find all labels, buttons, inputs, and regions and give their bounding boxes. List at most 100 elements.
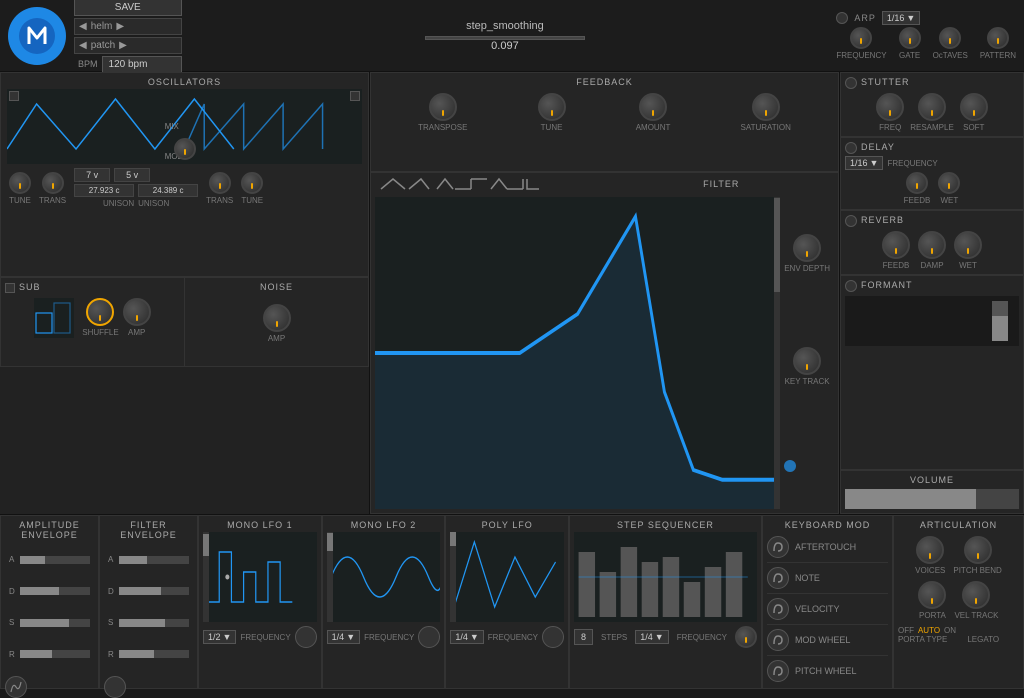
mono-lfo1-display[interactable] — [203, 532, 317, 622]
osc2-trans-group: TRANS — [206, 172, 233, 205]
reverb-title: REVERB — [861, 215, 904, 225]
lfo1-freq-display[interactable]: 1/2 ▼ — [203, 630, 236, 644]
sub-amp-label: AMP — [128, 328, 145, 337]
osc2-enable[interactable] — [350, 91, 360, 101]
formant-section: FORMANT — [840, 275, 1024, 470]
arp-frequency-knob[interactable] — [850, 27, 872, 49]
filter-a-slider[interactable] — [119, 556, 189, 564]
patch-next[interactable]: ▶ — [119, 40, 127, 51]
osc1-tune-knob[interactable] — [9, 172, 31, 194]
filter-scrollbar[interactable] — [774, 197, 780, 509]
osc2-v2-display[interactable]: 5 v — [114, 168, 150, 182]
pitch-wheel-icon[interactable] — [767, 660, 789, 682]
feedback-tune-knob[interactable] — [538, 93, 566, 121]
delay-feedb-knob[interactable] — [906, 172, 928, 194]
amp-r-slider[interactable] — [20, 650, 90, 658]
bpm-display[interactable]: 120 bpm — [102, 56, 182, 73]
step-seq-knob[interactable] — [735, 626, 757, 648]
osc1-trans-knob[interactable] — [42, 172, 64, 194]
velocity-icon[interactable] — [767, 598, 789, 620]
stutter-freq-knob[interactable] — [876, 93, 904, 121]
filter-env-depth-knob[interactable] — [793, 234, 821, 262]
poly-lfo-vert-slider[interactable] — [450, 532, 456, 622]
porta-off-option[interactable]: OFF — [898, 626, 914, 635]
step-seq-steps-display[interactable]: 8 — [574, 629, 593, 645]
osc2-trans-knob[interactable] — [209, 172, 231, 194]
vel-track-knob[interactable] — [962, 581, 990, 609]
reverb-feedb-knob[interactable] — [882, 231, 910, 259]
filter-display[interactable] — [375, 197, 780, 509]
filter-key-track-knob[interactable] — [793, 347, 821, 375]
stutter-soft-knob[interactable] — [960, 93, 988, 121]
step-seq-freq-display[interactable]: 1/4 ▼ — [635, 630, 668, 644]
aftertouch-label: AFTERTOUCH — [795, 542, 856, 552]
reverb-damp-knob[interactable] — [918, 231, 946, 259]
poly-lfo-icon[interactable] — [542, 626, 564, 648]
lfo2-vert-slider[interactable] — [327, 532, 333, 622]
osc2-v-display[interactable]: 7 v — [74, 168, 110, 182]
lfo2-icon[interactable] — [418, 626, 440, 648]
sub-enable[interactable] — [5, 283, 15, 293]
mod-wheel-icon[interactable] — [767, 629, 789, 651]
formant-power-btn[interactable] — [845, 280, 857, 292]
lfo1-vert-slider[interactable] — [203, 532, 209, 622]
arp-gate-knob[interactable] — [899, 27, 921, 49]
arp-power-btn[interactable] — [836, 12, 848, 24]
lfo1-icon[interactable] — [295, 626, 317, 648]
volume-display[interactable] — [845, 489, 1019, 509]
feedback-saturation-knob[interactable] — [752, 93, 780, 121]
preset-prev[interactable]: ◀ — [79, 21, 87, 32]
mono-lfo2-display[interactable] — [327, 532, 441, 622]
preset-next[interactable]: ▶ — [116, 21, 124, 32]
stutter-power-btn[interactable] — [845, 77, 857, 89]
delay-freq-display[interactable]: 1/16 ▼ — [845, 156, 883, 170]
sub-amp-knob[interactable] — [123, 298, 151, 326]
poly-lfo-display[interactable] — [450, 532, 564, 622]
lfo2-freq-display[interactable]: 1/4 ▼ — [327, 630, 360, 644]
step-seq-display[interactable] — [574, 532, 757, 622]
mod-knob[interactable] — [174, 138, 196, 160]
formant-display[interactable] — [845, 296, 1019, 346]
osc2-c2-display[interactable]: 24.389 c — [138, 184, 198, 197]
osc2-tune-knob[interactable] — [241, 172, 263, 194]
osc2-c-display[interactable]: 27.923 c — [74, 184, 134, 197]
porta-knob[interactable] — [918, 581, 946, 609]
arp-freq-display[interactable]: 1/16 ▼ — [882, 11, 920, 25]
arp-pattern-knob[interactable] — [987, 27, 1009, 49]
reverb-power-btn[interactable] — [845, 215, 857, 227]
filter-d-slider[interactable] — [119, 587, 189, 595]
porta-type-toggle[interactable]: OFF AUTO ON — [898, 626, 956, 635]
voices-knob[interactable] — [916, 536, 944, 564]
center-panel: FEEDBACK TRANSPOSE TUNE AMOUNT — [370, 72, 839, 514]
porta-auto-option[interactable]: AUTO — [918, 626, 940, 635]
aftertouch-icon[interactable] — [767, 536, 789, 558]
amp-s-slider[interactable] — [20, 619, 90, 627]
pitch-bend-knob[interactable] — [964, 536, 992, 564]
feedback-amount-knob[interactable] — [639, 93, 667, 121]
save-button[interactable]: SAVE — [74, 0, 182, 16]
arp-octaves-knob[interactable] — [939, 27, 961, 49]
reverb-wet-knob[interactable] — [954, 231, 982, 259]
filter-env-icon[interactable] — [104, 676, 126, 698]
logo[interactable] — [8, 7, 66, 65]
sub-waveform-display — [34, 298, 74, 338]
oscillators-title: OSCILLATORS — [5, 77, 364, 87]
amp-d-slider[interactable] — [20, 587, 90, 595]
feedback-transpose-knob[interactable] — [429, 93, 457, 121]
amplitude-envelope-title: AMPLITUDE ENVELOPE — [5, 520, 94, 540]
noise-amp-knob[interactable] — [263, 304, 291, 332]
amp-env-icon[interactable] — [5, 676, 27, 698]
stutter-resample-knob[interactable] — [918, 93, 946, 121]
amp-a-slider[interactable] — [20, 556, 90, 564]
delay-wet-knob[interactable] — [938, 172, 960, 194]
patch-prev[interactable]: ◀ — [79, 40, 87, 51]
osc1-enable[interactable] — [9, 91, 19, 101]
sub-shuffle-knob[interactable] — [86, 298, 114, 326]
poly-lfo-freq-display[interactable]: 1/4 ▼ — [450, 630, 483, 644]
filter-type-icons[interactable] — [379, 177, 539, 193]
filter-r-slider[interactable] — [119, 650, 189, 658]
delay-power-btn[interactable] — [845, 142, 857, 154]
porta-on-option[interactable]: ON — [944, 626, 956, 635]
note-icon[interactable] — [767, 567, 789, 589]
filter-s-slider[interactable] — [119, 619, 189, 627]
